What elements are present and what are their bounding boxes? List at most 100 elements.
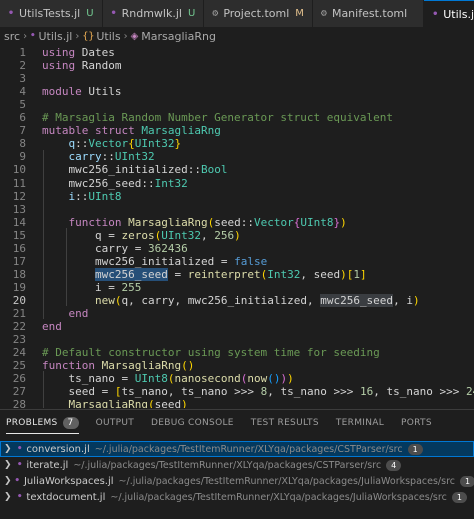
code-line[interactable]: 27 seed = [ts_nano, ts_nano >>> 8, ts_na… <box>0 385 474 398</box>
line-number: 18 <box>12 267 26 281</box>
code-text: mwc256_initialized = false <box>94 254 268 268</box>
code-line[interactable]: 24 # Default constructor using system tim… <box>0 346 474 359</box>
code-line[interactable]: 7 mutable struct MarsagliaRng <box>0 124 474 137</box>
code-line[interactable]: 22 end <box>0 320 474 333</box>
tab-label: Rndmwlk.jl <box>121 7 182 20</box>
code-line[interactable]: 4 module Utils <box>0 85 474 98</box>
code-line[interactable]: 9 carry::UInt32 <box>0 150 474 163</box>
tab-label: PROBLEMS <box>6 418 58 428</box>
breadcrumb-struct[interactable]: MarsagliaRng <box>141 30 216 43</box>
tab-test-results[interactable]: TEST RESULTS <box>251 410 319 436</box>
tab-terminal[interactable]: TERMINAL <box>336 410 384 436</box>
julia-file-icon: • <box>17 460 23 470</box>
code-line[interactable]: 25 function MarsagliaRng() <box>0 359 474 372</box>
tab-debug-console[interactable]: DEBUG CONSOLE <box>151 410 234 436</box>
line-number: 22 <box>12 320 26 334</box>
code-line[interactable]: 1 using Dates <box>0 46 474 59</box>
problem-file-row[interactable]: ❯ • conversion.jl ~/.julia/packages/Test… <box>0 441 474 457</box>
breadcrumb-folder[interactable]: src <box>4 30 20 43</box>
problem-file-row[interactable]: ❯ • iterate.jl ~/.julia/packages/TestIte… <box>0 457 474 473</box>
code-line[interactable]: 15 q = zeros(UInt32, 256) <box>0 229 474 242</box>
code-text: using Random <box>42 59 122 73</box>
line-number: 6 <box>19 111 26 125</box>
tab-label: Project.toml <box>223 7 290 20</box>
problem-file-name: iterate.jl <box>26 459 69 471</box>
line-number: 12 <box>12 189 26 203</box>
code-text: new(q, carry, mwc256_initialized, mwc256… <box>94 293 420 307</box>
julia-file-icon: • <box>17 444 23 454</box>
editor-tab-bar: • UtilsTests.jl U • Rndmwlk.jl U ⚙ Proje… <box>0 0 474 27</box>
code-line[interactable]: 23 <box>0 333 474 346</box>
tab-utils[interactable]: • Utils.jl U <box>424 0 474 27</box>
tab-ports[interactable]: PORTS <box>401 410 432 436</box>
code-line[interactable]: 5 <box>0 98 474 111</box>
tab-label: OUTPUT <box>95 418 135 428</box>
tab-label: Utils.jl <box>443 7 474 21</box>
git-status-badge: U <box>86 8 94 19</box>
tab-output[interactable]: OUTPUT <box>96 410 134 436</box>
code-line[interactable]: 3 <box>0 72 474 85</box>
line-number: 1 <box>19 46 26 59</box>
code-line[interactable]: 11 mwc256_seed::Int32 <box>0 177 474 190</box>
bottom-panel: PROBLEMS 7 OUTPUT DEBUG CONSOLE TEST RES… <box>0 409 474 519</box>
problem-file-path: ~/.julia/packages/TestItemRunner/XLYqa/p… <box>94 443 403 455</box>
tab-rndmwlk[interactable]: • Rndmwlk.jl U <box>102 0 205 27</box>
struct-icon: ◈ <box>130 30 139 42</box>
code-line[interactable]: 2 using Random <box>0 59 474 72</box>
git-status-badge: M <box>295 8 304 19</box>
problem-count-badge: 1 <box>460 475 474 487</box>
problem-file-path: ~/.julia/packages/TestItemRunner/XLYqa/p… <box>110 491 447 503</box>
tab-label: DEBUG CONSOLE <box>151 418 234 428</box>
line-number: 3 <box>19 72 26 86</box>
problem-file-name: JuliaWorkspaces.jl <box>23 475 114 487</box>
panel-tab-bar: PROBLEMS 7 OUTPUT DEBUG CONSOLE TEST RES… <box>0 410 474 436</box>
code-line[interactable]: 14 function MarsagliaRng(seed::Vector{UI… <box>0 216 474 229</box>
line-number: 2 <box>19 59 26 73</box>
line-number: 19 <box>12 280 26 294</box>
line-number: 10 <box>12 163 26 177</box>
tab-manifest-toml[interactable]: ⚙ Manifest.toml <box>312 0 425 27</box>
code-line[interactable]: 13 <box>0 203 474 216</box>
code-editor[interactable]: 1 using Dates 2 using Random 3 4 module Utils 5… <box>0 46 474 408</box>
code-line[interactable]: 12 i::UInt8 <box>0 190 474 203</box>
breadcrumb-file[interactable]: Utils.jl <box>38 30 72 43</box>
code-line[interactable]: 10 mwc256_initialized::Bool <box>0 163 474 176</box>
problem-file-name: conversion.jl <box>26 443 90 455</box>
julia-file-icon: • <box>14 476 20 486</box>
julia-file-icon: • <box>8 8 15 19</box>
code-line[interactable]: 20 new(q, carry, mwc256_initialized, mwc… <box>0 293 474 307</box>
line-number: 4 <box>19 85 26 99</box>
code-text: i::UInt8 <box>68 189 122 203</box>
line-number: 16 <box>12 241 26 255</box>
code-line[interactable]: 18 mwc256_seed = reinterpret(Int32, seed… <box>0 267 474 281</box>
problem-file-row[interactable]: ❯ • textdocument.jl ~/.julia/packages/Te… <box>0 489 474 505</box>
code-line[interactable]: 28 MarsagliaRng(seed) <box>0 398 474 408</box>
code-line[interactable]: 6 # Marsaglia Random Number Generator str… <box>0 111 474 124</box>
code-line[interactable]: 21 end <box>0 307 474 320</box>
code-text: # Default constructor using system time … <box>42 346 380 360</box>
code-line[interactable]: 26 ts_nano = UInt8(nanosecond(now())) <box>0 372 474 385</box>
problem-count-badge: 1 <box>451 491 467 503</box>
code-text: module Utils <box>42 85 122 99</box>
breadcrumb: src › • Utils.jl › {} Utils › ◈ Marsagli… <box>0 27 474 45</box>
code-text: end <box>42 320 62 334</box>
chevron-right-icon: ❯ <box>4 492 12 502</box>
code-line[interactable]: 16 carry = 362436 <box>0 242 474 255</box>
tab-project-toml[interactable]: ⚙ Project.toml M <box>204 0 313 27</box>
code-line[interactable]: 19 i = 255 <box>0 281 474 294</box>
code-line[interactable]: 17 mwc256_initialized = false <box>0 255 474 268</box>
problem-file-row[interactable]: ❯ • JuliaWorkspaces.jl ~/.julia/packages… <box>0 473 474 489</box>
problem-file-path: ~/.julia/packages/TestItemRunner/XLYqa/p… <box>73 459 382 471</box>
code-text: i = 255 <box>94 280 142 294</box>
tab-label: TERMINAL <box>335 418 385 428</box>
tab-utilstests[interactable]: • UtilsTests.jl U <box>0 0 103 27</box>
tab-problems[interactable]: PROBLEMS 7 <box>6 410 79 436</box>
breadcrumb-module[interactable]: Utils <box>96 30 120 43</box>
chevron-right-icon: ❯ <box>4 460 12 470</box>
julia-file-icon: • <box>30 31 36 41</box>
code-text: function MarsagliaRng(seed::Vector{UInt8… <box>68 215 347 229</box>
code-text: mwc256_seed::Int32 <box>68 176 188 190</box>
code-line[interactable]: 8 q::Vector{UInt32} <box>0 137 474 150</box>
line-number: 26 <box>12 372 26 386</box>
line-number: 13 <box>12 202 26 216</box>
